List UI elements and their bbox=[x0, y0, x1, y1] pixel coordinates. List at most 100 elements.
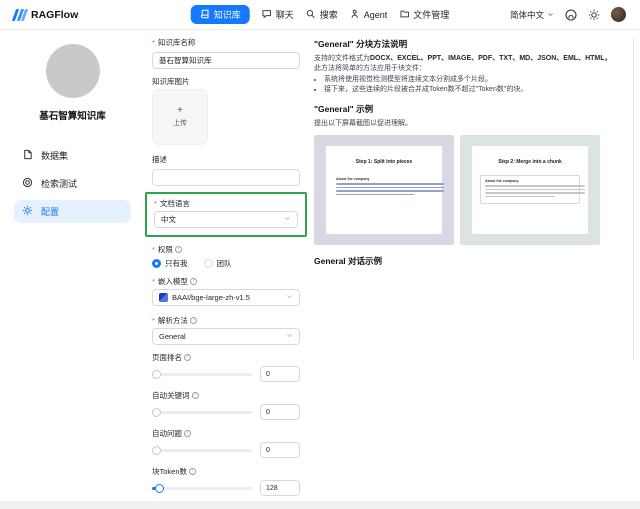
auto-questions-label: 自动问题 bbox=[152, 429, 300, 438]
example-image-split: Step 1: Split into pieces About the comp… bbox=[314, 135, 454, 245]
auto-keywords-slider[interactable] bbox=[152, 407, 252, 417]
example-card-heading: About the company bbox=[485, 179, 519, 183]
theme-sun-icon[interactable] bbox=[588, 9, 600, 21]
nav-item-agent[interactable]: Agent bbox=[350, 9, 387, 21]
description-label: 描述 bbox=[152, 155, 167, 164]
example-card-heading: About the company bbox=[336, 177, 370, 181]
text-line bbox=[336, 186, 444, 189]
radio-unchecked-icon bbox=[203, 259, 213, 268]
chevron-down-icon bbox=[286, 293, 293, 302]
chunk-token-label: 块Token数 bbox=[152, 467, 300, 476]
gear-icon bbox=[22, 205, 33, 218]
bullet-item: 系统将使用视觉检测模型将连续文本分割成多个片段。 bbox=[324, 75, 634, 85]
top-navbar: RAGFlow 知识库 聊天 搜索 Agent 文件管理 简体中文 bbox=[0, 0, 640, 30]
field-kb-name: 知识库名称 bbox=[152, 38, 300, 69]
chunk-token-slider[interactable] bbox=[152, 483, 252, 493]
kb-config-form: 知识库名称 知识库图片 + 上传 描述 文档语言 中文 权限 bbox=[145, 38, 307, 509]
nav-item-file-management[interactable]: 文件管理 bbox=[399, 8, 449, 21]
dialog-example-title: General 对话示例 bbox=[314, 256, 383, 266]
dataset-icon bbox=[22, 149, 33, 162]
method-help-panel: "General" 分块方法说明 支持的文件格式为DOCX、EXCEL、PPT、… bbox=[314, 38, 634, 271]
radio-only-me[interactable]: 只有我 bbox=[152, 258, 188, 269]
kb-avatar bbox=[45, 44, 100, 98]
kb-name-input[interactable] bbox=[152, 52, 300, 69]
supported-formats-text: 支持的文件格式为DOCX、EXCEL、PPT、IMAGE、PDF、TXT、MD、… bbox=[314, 55, 612, 62]
agent-icon bbox=[350, 9, 360, 21]
image-upload-button[interactable]: + 上传 bbox=[152, 89, 208, 145]
github-icon[interactable] bbox=[565, 8, 577, 21]
folder-icon bbox=[399, 9, 409, 21]
field-permission: 权限 只有我 团队 bbox=[152, 245, 300, 269]
text-line bbox=[336, 183, 444, 185]
info-icon bbox=[189, 278, 197, 285]
auto-questions-input[interactable] bbox=[260, 442, 300, 458]
page-rank-input[interactable] bbox=[260, 366, 300, 382]
field-kb-image: 知识库图片 + 上传 bbox=[152, 77, 300, 145]
nav-item-search[interactable]: 搜索 bbox=[306, 8, 338, 21]
example-title: "General" 示例 bbox=[314, 104, 374, 114]
chevron-down-icon bbox=[284, 215, 291, 224]
page-rank-label: 页面排名 bbox=[152, 353, 300, 362]
highlight-annotation-box: 文档语言 中文 bbox=[145, 192, 307, 237]
chunk-token-input[interactable] bbox=[260, 480, 300, 496]
embedding-model-label: 嵌入模型 bbox=[152, 277, 300, 286]
text-line bbox=[485, 188, 585, 191]
info-icon bbox=[191, 392, 199, 399]
text-line bbox=[336, 190, 444, 192]
target-icon bbox=[22, 177, 33, 190]
navbar-right: 简体中文 bbox=[510, 7, 626, 22]
method-line2: 此方法将简单的方法应用于块文件： bbox=[314, 65, 426, 72]
radio-checked-icon bbox=[152, 259, 161, 268]
slider-handle[interactable] bbox=[152, 407, 161, 417]
kb-sidebar-nav: 数据集 检索测试 配置 bbox=[0, 144, 145, 223]
chevron-down-icon bbox=[547, 10, 554, 20]
field-description: 描述 bbox=[152, 155, 300, 186]
chat-icon bbox=[262, 9, 272, 21]
slider-handle[interactable] bbox=[152, 369, 161, 379]
auto-keywords-input[interactable] bbox=[260, 404, 300, 420]
baai-logo-icon bbox=[159, 293, 168, 302]
example-step-title: Step 1: Split into pieces bbox=[355, 159, 413, 165]
plus-icon: + bbox=[177, 105, 183, 116]
sidebar-item-dataset[interactable]: 数据集 bbox=[14, 144, 131, 167]
kb-image-label: 知识库图片 bbox=[152, 77, 190, 86]
main-nav: 知识库 聊天 搜索 Agent 文件管理 bbox=[190, 5, 449, 24]
panel-divider bbox=[633, 38, 634, 360]
example-hint: 提出以下屏幕截图以促进理解。 bbox=[314, 120, 412, 127]
text-line bbox=[485, 185, 585, 187]
slider-handle[interactable] bbox=[155, 483, 164, 493]
info-icon bbox=[189, 317, 197, 324]
page-rank-slider[interactable] bbox=[152, 369, 252, 379]
kb-sidebar: 基石智算知识库 数据集 检索测试 配置 bbox=[0, 30, 145, 509]
method-description-title: "General" 分块方法说明 bbox=[314, 39, 408, 49]
nav-item-chat[interactable]: 聊天 bbox=[262, 8, 294, 21]
info-icon bbox=[184, 354, 191, 361]
bullet-item: 接下来，这些连续的片段被合并成Token数不超过"Token数"的块。 bbox=[324, 85, 634, 95]
page-bottom-strip bbox=[0, 501, 640, 509]
search-icon bbox=[306, 9, 316, 21]
radio-team[interactable]: 团队 bbox=[203, 258, 232, 269]
example-step-title: Step 2: Merge into a chunk bbox=[498, 159, 562, 165]
example-images: Step 1: Split into pieces About the comp… bbox=[314, 135, 634, 245]
doc-language-select[interactable]: 中文 bbox=[154, 211, 298, 228]
kb-name-label: 知识库名称 bbox=[152, 38, 300, 47]
sidebar-item-configuration[interactable]: 配置 bbox=[14, 200, 131, 223]
user-avatar[interactable] bbox=[611, 7, 626, 22]
text-line bbox=[485, 195, 555, 198]
nav-item-knowledge-base[interactable]: 知识库 bbox=[190, 5, 250, 24]
info-icon bbox=[174, 246, 182, 253]
permission-label: 权限 bbox=[152, 245, 300, 254]
text-line bbox=[485, 192, 585, 194]
language-selector[interactable]: 简体中文 bbox=[510, 9, 554, 21]
sidebar-item-retrieval-test[interactable]: 检索测试 bbox=[14, 172, 131, 195]
description-input[interactable] bbox=[152, 169, 300, 186]
parse-method-select[interactable]: General bbox=[152, 328, 300, 345]
auto-questions-slider[interactable] bbox=[152, 445, 252, 455]
embedding-model-select[interactable]: BAAI/bge-large-zh-v1.5 bbox=[152, 289, 300, 306]
brand: RAGFlow bbox=[11, 8, 78, 21]
field-chunk-token: 块Token数 bbox=[152, 467, 300, 496]
info-icon bbox=[189, 468, 197, 475]
app-window: RAGFlow 知识库 聊天 搜索 Agent 文件管理 简体中文 基石智算知识… bbox=[0, 0, 640, 509]
slider-handle[interactable] bbox=[152, 445, 161, 455]
field-parse-method: 解析方法 General bbox=[152, 316, 300, 345]
